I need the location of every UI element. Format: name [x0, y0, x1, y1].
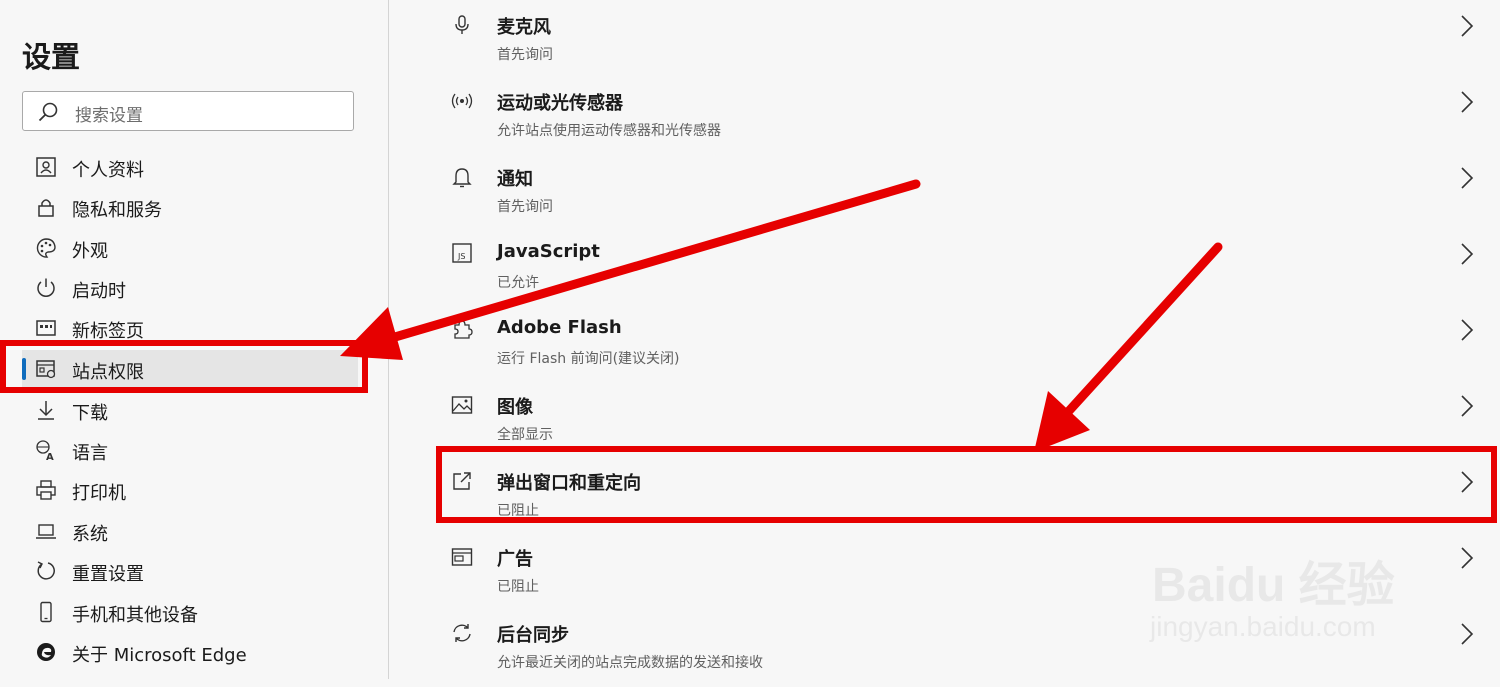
permission-status: 已允许 — [497, 275, 539, 291]
permission-title: 图像 — [497, 397, 533, 418]
edge-logo-icon — [37, 643, 55, 661]
permission-status: 全部显示 — [497, 427, 553, 443]
sync-icon — [453, 624, 471, 642]
download-icon — [38, 401, 54, 420]
permission-row-microphone[interactable]: 麦克风 首先询问 — [389, 3, 1500, 79]
sidebar-item-appearance[interactable]: 外观 — [22, 229, 358, 267]
reset-icon — [37, 561, 55, 580]
permission-status: 允许站点使用运动传感器和光传感器 — [497, 123, 721, 139]
power-icon — [37, 278, 55, 297]
sidebar-item-system[interactable]: 系统 — [22, 512, 358, 550]
javascript-icon: JS — [452, 243, 472, 263]
sidebar-item-privacy[interactable]: 隐私和服务 — [22, 188, 358, 226]
permission-status: 首先询问 — [497, 199, 553, 215]
profile-icon — [36, 157, 56, 177]
sidebar-item-languages[interactable]: A 语言 — [22, 431, 358, 469]
lock-icon — [38, 199, 54, 217]
laptop-icon — [36, 524, 56, 539]
sidebar-item-label: 外观 — [72, 241, 108, 262]
sidebar-item-label: 个人资料 — [72, 160, 144, 181]
palette-icon — [36, 238, 56, 258]
baidu-watermark: Baidu 经验 jingyan.baidu.com — [1150, 515, 1450, 665]
phone-icon — [40, 601, 52, 623]
chevron-right-icon — [1461, 243, 1474, 265]
sidebar-item-label: 手机和其他设备 — [72, 605, 198, 626]
sidebar-item-label: 语言 — [72, 443, 108, 464]
sidebar-item-phone[interactable]: 手机和其他设备 — [22, 593, 358, 631]
sensor-icon — [451, 93, 473, 109]
annotation-highlight-popups-row — [436, 446, 1497, 523]
permission-row-notifications[interactable]: 通知 首先询问 — [389, 155, 1500, 231]
ads-icon — [451, 548, 473, 566]
permission-title: 后台同步 — [497, 625, 569, 646]
watermark-url: jingyan.baidu.com — [1150, 611, 1376, 642]
sidebar-item-label: 关于 Microsoft Edge — [72, 645, 247, 666]
bell-icon — [452, 168, 472, 188]
permission-row-sensors[interactable]: 运动或光传感器 允许站点使用运动传感器和光传感器 — [389, 79, 1500, 155]
watermark-brand: Baidu 经验 — [1152, 559, 1395, 612]
sidebar-item-label: 系统 — [72, 524, 108, 545]
image-icon — [451, 396, 473, 414]
permission-title: 广告 — [497, 549, 533, 570]
search-input[interactable]: 搜索设置 — [22, 91, 354, 131]
sidebar-item-label: 打印机 — [72, 483, 126, 504]
search-placeholder: 搜索设置 — [75, 106, 143, 126]
sidebar-item-startup[interactable]: 启动时 — [22, 269, 358, 307]
svg-text:JS: JS — [457, 252, 465, 261]
chevron-right-icon — [1461, 395, 1474, 417]
permission-title: 麦克风 — [497, 17, 551, 38]
sidebar-item-about[interactable]: 关于 Microsoft Edge — [22, 633, 358, 671]
page-title: 设置 — [22, 40, 81, 74]
chevron-right-icon — [1461, 547, 1474, 569]
sidebar-item-printers[interactable]: 打印机 — [22, 471, 358, 509]
chevron-right-icon — [1461, 167, 1474, 189]
permission-title: Adobe Flash — [497, 317, 622, 338]
sidebar-item-label: 下载 — [72, 403, 108, 424]
chevron-right-icon — [1461, 15, 1474, 37]
sidebar-item-label: 启动时 — [72, 281, 126, 302]
permission-status: 首先询问 — [497, 47, 553, 63]
permission-status: 已阻止 — [497, 579, 539, 595]
permission-row-javascript[interactable]: JS JavaScript 已允许 — [389, 231, 1500, 307]
permission-title: 通知 — [497, 169, 533, 190]
search-icon — [38, 102, 58, 122]
permission-status: 运行 Flash 前询问(建议关闭) — [497, 351, 680, 367]
chevron-right-icon — [1461, 623, 1474, 645]
sidebar-item-profile[interactable]: 个人资料 — [22, 148, 358, 186]
chevron-right-icon — [1461, 319, 1474, 341]
permission-title: JavaScript — [497, 241, 600, 262]
sidebar-item-label: 重置设置 — [72, 564, 144, 585]
printer-icon — [36, 480, 56, 500]
svg-text:A: A — [46, 452, 54, 461]
microphone-icon — [455, 15, 469, 34]
puzzle-icon — [454, 320, 473, 339]
chevron-right-icon — [1461, 91, 1474, 113]
permission-row-adobe-flash[interactable]: Adobe Flash 运行 Flash 前询问(建议关闭) — [389, 307, 1500, 383]
sidebar-item-reset[interactable]: 重置设置 — [22, 552, 358, 590]
new-tab-icon — [36, 320, 56, 336]
annotation-highlight-site-permissions — [0, 340, 368, 393]
sidebar-item-downloads[interactable]: 下载 — [22, 391, 358, 429]
sidebar-item-label: 隐私和服务 — [72, 200, 162, 221]
permission-title: 运动或光传感器 — [497, 93, 623, 114]
permission-status: 允许最近关闭的站点完成数据的发送和接收 — [497, 655, 763, 671]
language-icon: A — [36, 440, 54, 461]
